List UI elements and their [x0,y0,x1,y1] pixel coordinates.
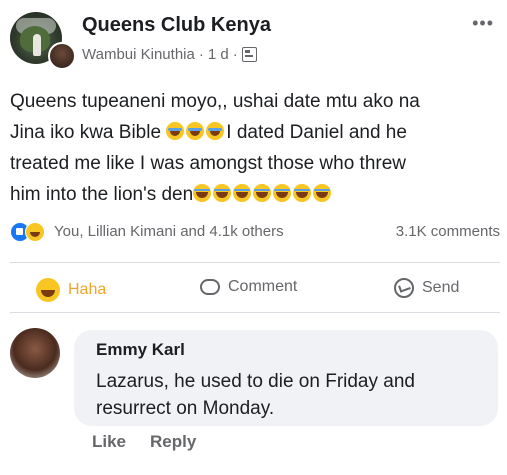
laughing-emoji-icon [193,184,212,202]
post-meta: Wambui Kinuthia · 1 d · [82,46,257,63]
post-body: Queens tupeaneni moyo,, ushai date mtu a… [10,86,500,210]
post-actions: Haha Comment Send [10,272,500,306]
laughing-emoji-icon [273,184,292,202]
comment: Emmy Karl Lazarus, he used to die on Fri… [10,328,500,468]
reactions-summary[interactable]: You, Lillian Kimani and 4.1k others 3.1K… [10,222,500,242]
comments-count[interactable]: 3.1K comments [396,223,500,240]
reactors-text[interactable]: You, Lillian Kimani and 4.1k others [54,223,284,240]
author-name[interactable]: Wambui Kinuthia [82,46,195,63]
send-button[interactable]: Send [394,278,459,298]
comment-like-button[interactable]: Like [92,432,126,452]
comment-actions: Like Reply [92,432,196,452]
comment-icon [200,279,220,295]
crying-laughing-emoji-icon [206,122,225,140]
divider [10,262,500,263]
post-time[interactable]: 1 d [208,46,229,63]
laughing-emoji-icon [313,184,332,202]
laughing-emoji-icon [213,184,232,202]
post-text-line: Jina iko kwa Bible I dated Daniel and he [10,122,407,143]
divider [10,312,500,313]
comment-reply-button[interactable]: Reply [150,432,196,452]
comment-button[interactable]: Comment [200,278,297,296]
laughing-emoji-icon [253,184,272,202]
crying-laughing-emoji-icon [186,122,205,140]
haha-reaction-icon [25,222,45,242]
comment-bubble: Emmy Karl Lazarus, he used to die on Fri… [74,330,498,426]
commenter-name[interactable]: Emmy Karl [96,340,185,360]
post-text-line: treated me like I was amongst those who … [10,153,407,174]
crying-laughing-emoji-icon [166,122,185,140]
haha-icon [36,278,60,302]
group-name[interactable]: Queens Club Kenya [82,14,271,37]
meta-separator: · [198,46,204,63]
post-header: Queens Club Kenya Wambui Kinuthia · 1 d … [10,10,500,70]
haha-button[interactable]: Haha [36,278,106,302]
post-text-line: him into the lion's den [10,179,500,210]
post-text-line: Queens tupeaneni moyo,, ushai date mtu a… [10,91,420,112]
commenter-avatar[interactable] [10,328,60,378]
meta-separator: · [232,46,238,63]
comment-text: Lazarus, he used to die on Friday and re… [96,371,415,419]
public-group-icon [241,47,257,62]
laughing-emoji-icon [233,184,252,202]
author-avatar[interactable] [48,42,76,70]
laughing-emoji-icon [293,184,312,202]
more-options-icon[interactable]: ••• [472,14,494,32]
messenger-send-icon [394,278,414,298]
